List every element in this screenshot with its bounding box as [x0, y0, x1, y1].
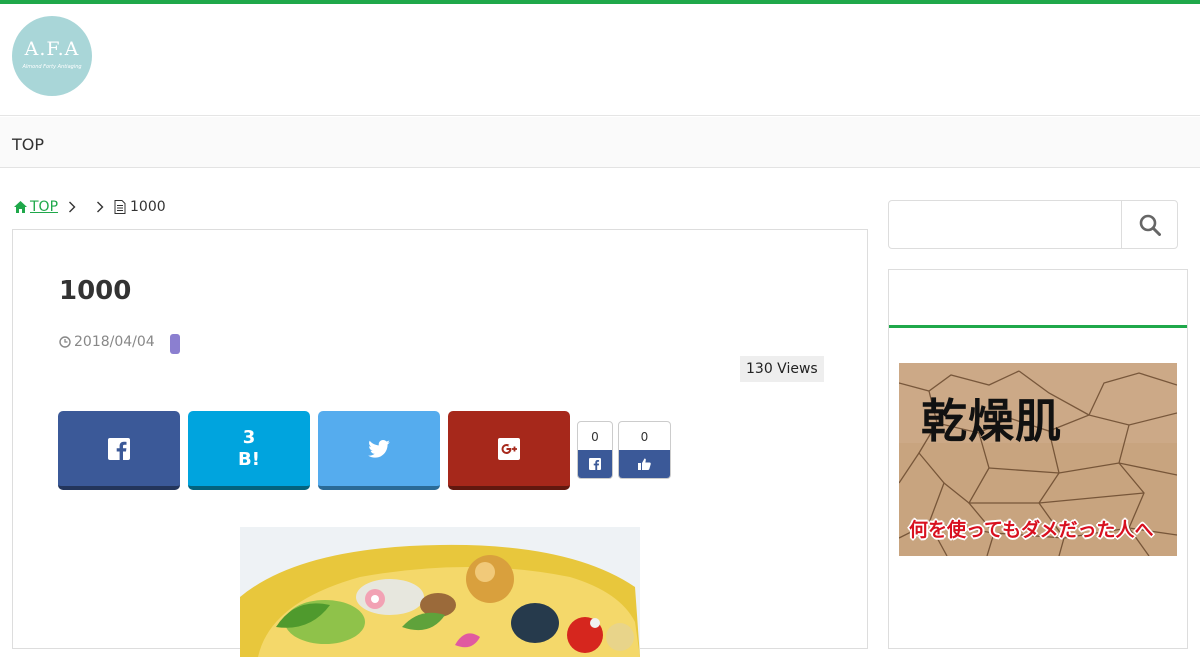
- hatena-bookmark-button[interactable]: 3 B!: [188, 411, 310, 490]
- facebook-icon: [589, 458, 601, 470]
- view-count: 130 Views: [740, 356, 824, 382]
- bento-photo: [240, 527, 640, 657]
- twitter-icon: [368, 439, 390, 458]
- widget-header: [889, 270, 1187, 328]
- chevron-right-icon: [97, 201, 104, 213]
- facebook-like-count[interactable]: 0: [618, 421, 671, 479]
- googleplus-share-button[interactable]: [448, 411, 570, 490]
- chevron-right-icon: [69, 201, 76, 213]
- googleplus-icon: [498, 437, 520, 460]
- facebook-share-button[interactable]: [58, 411, 180, 490]
- facebook-like-bar: [619, 450, 670, 478]
- search-icon: [1139, 214, 1161, 236]
- hatena-count: 3: [242, 426, 256, 448]
- breadcrumb: TOP 1000: [14, 198, 166, 216]
- facebook-like-count-value: 0: [640, 430, 649, 444]
- ad-title: 乾燥肌: [921, 394, 1062, 448]
- document-icon: [114, 200, 126, 214]
- ad-subtitle: 何を使ってもダメだった人へ: [909, 519, 1154, 541]
- twitter-share-button[interactable]: [318, 411, 440, 490]
- post-date-text: 2018/04/04: [74, 334, 155, 350]
- search-button[interactable]: [1121, 201, 1177, 248]
- breadcrumb-current: 1000: [130, 199, 166, 215]
- ad-banner[interactable]: 乾燥肌 何を使ってもダメだった人へ: [899, 363, 1177, 556]
- search-input[interactable]: [889, 201, 1121, 248]
- sidebar-widget: 乾燥肌 何を使ってもダメだった人へ: [888, 269, 1188, 649]
- post-date: 2018/04/04: [59, 334, 155, 350]
- home-icon: [14, 201, 27, 213]
- breadcrumb-home-link[interactable]: TOP: [30, 199, 58, 215]
- hatena-label: B!: [238, 448, 260, 470]
- article-card: 1000 2018/04/04 130 Views 3 B! 0 0: [12, 229, 868, 657]
- featured-image: [240, 527, 640, 657]
- site-header: A.F.A Almond Forty Antiaging: [0, 4, 1200, 116]
- thumbs-up-icon: [638, 458, 651, 470]
- site-logo[interactable]: A.F.A Almond Forty Antiaging: [12, 16, 92, 96]
- facebook-share-count-value: 0: [591, 430, 599, 444]
- logo-text: A.F.A: [24, 38, 80, 60]
- page-title: 1000: [59, 276, 132, 306]
- logo-subtext: Almond Forty Antiaging: [22, 64, 82, 70]
- facebook-icon: [108, 437, 130, 460]
- facebook-count-bar: [578, 450, 612, 478]
- facebook-share-count[interactable]: 0: [577, 421, 613, 479]
- clock-icon: [59, 336, 71, 348]
- main-nav: TOP: [0, 117, 1200, 168]
- category-badge[interactable]: [170, 334, 180, 354]
- sidebar-search: [888, 200, 1178, 249]
- nav-item-top[interactable]: TOP: [12, 135, 44, 154]
